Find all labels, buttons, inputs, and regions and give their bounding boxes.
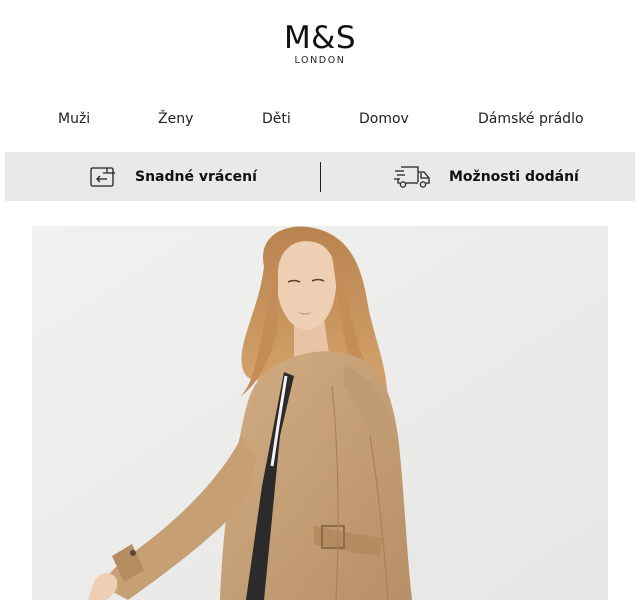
returns-label: Snadné vrácení (135, 168, 257, 185)
main-nav: Muži Ženy Děti Domov Dámské prádlo (0, 108, 640, 130)
hero-banner[interactable] (32, 226, 608, 600)
service-bar: Snadné vrácení Možnosti dodání (5, 152, 635, 201)
delivery-link[interactable]: Možnosti dodání (393, 152, 579, 201)
brand-name: M&S (283, 20, 357, 56)
hero-image (32, 226, 608, 600)
delivery-truck-icon (393, 164, 431, 190)
returns-icon (89, 165, 117, 189)
nav-item-domov[interactable]: Domov (359, 108, 409, 130)
nav-item-damske-pradlo[interactable]: Dámské prádlo (478, 108, 584, 130)
email-page: M&S LONDON Muži Ženy Děti Domov Dámské p… (0, 0, 640, 600)
service-divider (320, 162, 321, 192)
brand-subtitle: LONDON (294, 55, 346, 66)
nav-item-zeny[interactable]: Ženy (158, 108, 193, 130)
delivery-label: Možnosti dodání (449, 168, 579, 185)
returns-link[interactable]: Snadné vrácení (89, 152, 257, 201)
nav-item-deti[interactable]: Děti (262, 108, 291, 130)
nav-item-muzi[interactable]: Muži (58, 108, 90, 130)
brand-logo[interactable]: M&S LONDON (0, 20, 640, 67)
